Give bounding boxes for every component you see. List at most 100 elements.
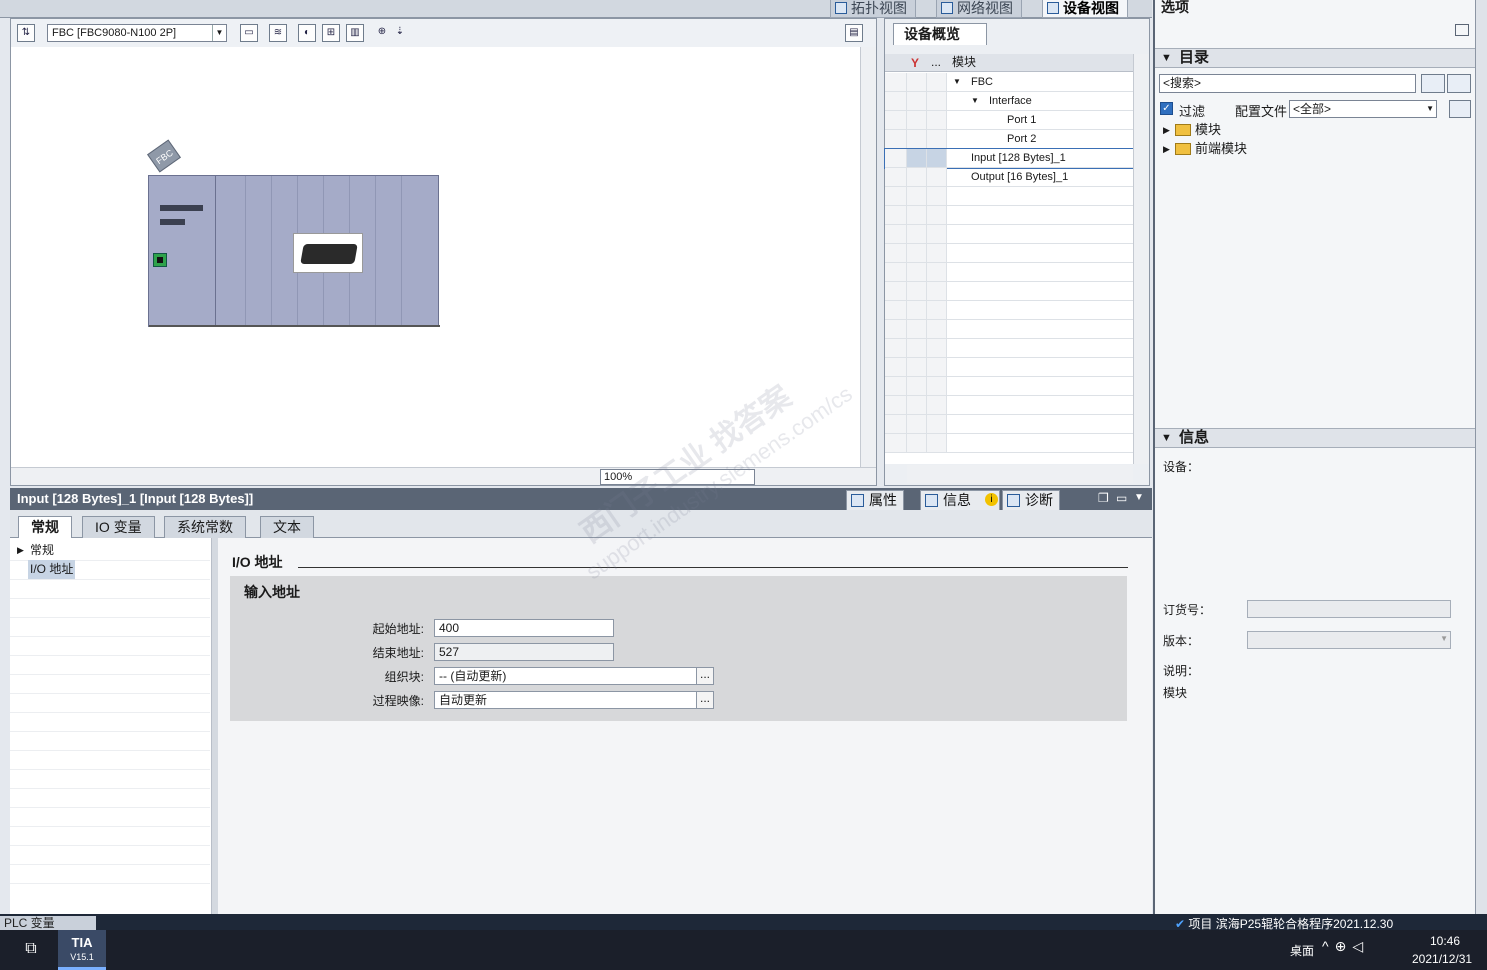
chevron-down-icon[interactable]: ▼	[1161, 429, 1172, 447]
catalog-tree-item[interactable]: ▶ 前端模块	[1163, 140, 1247, 158]
chevron-down-icon[interactable]: ▼	[212, 25, 226, 41]
catalog-section-header[interactable]: ▼ 目录	[1155, 48, 1475, 68]
table-row[interactable]	[885, 187, 1133, 206]
table-row[interactable]: ▼ FBC	[885, 73, 1133, 92]
filter-checkbox[interactable]: ✓	[1160, 102, 1173, 115]
table-row[interactable]	[885, 377, 1133, 396]
assign-name-icon[interactable]: ≋	[269, 24, 287, 42]
table-row[interactable]	[885, 282, 1133, 301]
table-row[interactable]	[885, 415, 1133, 434]
nav-item-general[interactable]: ▶ 常规	[10, 541, 210, 561]
sort-icon[interactable]: Y	[911, 55, 919, 72]
panel-layout-icon[interactable]	[1455, 24, 1469, 36]
start-address-field[interactable]: 400	[434, 619, 614, 637]
device-rack[interactable]	[148, 175, 440, 327]
search-up-icon[interactable]	[1447, 74, 1471, 93]
expand-icon[interactable]: ▶	[1163, 121, 1170, 139]
table-row[interactable]	[885, 396, 1133, 415]
nav-item-io-address[interactable]: I/O 地址	[10, 560, 210, 580]
tab-device-view[interactable]: 设备视图	[1042, 0, 1128, 18]
browse-button[interactable]: ...	[696, 691, 714, 709]
tab-topology-view[interactable]: 拓扑视图	[830, 0, 916, 18]
catalog-search-input[interactable]: <搜索>	[1159, 74, 1416, 93]
chevron-down-icon[interactable]: ▼	[1134, 492, 1144, 503]
editor-horizontal-scrollbar[interactable]: 100%	[11, 467, 876, 485]
overview-vertical-scrollbar[interactable]	[1133, 54, 1149, 464]
inspector-nav: ▶ 常规 I/O 地址	[10, 538, 212, 914]
task-view-icon[interactable]: ⧉	[18, 940, 44, 960]
table-row[interactable]	[885, 358, 1133, 377]
system-tray[interactable]: ^⊕◁	[1322, 938, 1369, 955]
table-row-selected[interactable]: Input [128 Bytes]_1	[884, 148, 1134, 169]
subtab-general[interactable]: 常规	[18, 516, 72, 538]
version-select[interactable]: ▼	[1247, 631, 1451, 649]
browse-button[interactable]: ...	[696, 667, 714, 685]
table-row[interactable]: Port 2	[885, 130, 1133, 149]
table-row[interactable]	[885, 206, 1133, 225]
expand-icon[interactable]: ▶	[1163, 140, 1170, 158]
editor-vertical-scrollbar[interactable]	[860, 47, 876, 467]
clock-time[interactable]: 10:46	[1430, 934, 1460, 948]
tia-portal-app-button[interactable]: TIA V15.1	[58, 930, 106, 970]
table-row[interactable]	[885, 320, 1133, 339]
subtab-texts[interactable]: 文本	[260, 516, 314, 538]
overview-horizontal-scrollbar[interactable]	[907, 465, 1133, 483]
device-select[interactable]: FBC [FBC9080-N100 2P] ▼	[47, 24, 227, 42]
volume-icon[interactable]: ◁	[1352, 938, 1369, 954]
plc-tags-tab[interactable]: PLC 变量	[0, 916, 96, 930]
expand-icon[interactable]: ▶	[17, 541, 24, 560]
device-properties-icon[interactable]: ▭	[240, 24, 258, 42]
subsection-title: 输入地址	[244, 584, 300, 600]
column-more[interactable]: ...	[931, 54, 941, 71]
subtab-system-constants[interactable]: 系统常数	[164, 516, 246, 538]
network-connect-icon[interactable]: ⇅	[17, 24, 35, 42]
expand-icon[interactable]: ▼	[953, 73, 961, 91]
table-row[interactable]: Port 1	[885, 111, 1133, 130]
desktop-toolbar[interactable]: 桌面	[1290, 942, 1314, 959]
table-row[interactable]	[885, 244, 1133, 263]
table-row[interactable]	[885, 225, 1133, 244]
process-image-field[interactable]: 自动更新 ...	[434, 691, 714, 709]
editor-canvas[interactable]: FBC	[11, 47, 861, 467]
zoom-icon[interactable]: ⊕	[373, 24, 391, 42]
tab-device-overview[interactable]: 设备概览	[893, 23, 987, 45]
table-row[interactable]: ▼ Interface	[885, 92, 1133, 111]
catalog-settings-icon[interactable]	[1449, 100, 1471, 118]
profile-select[interactable]: <全部> ▼	[1289, 100, 1437, 118]
search-down-icon[interactable]	[1421, 74, 1445, 93]
info-section-header[interactable]: ▼ 信息	[1155, 428, 1475, 448]
expand-icon[interactable]: ▼	[971, 92, 979, 110]
window-minimize-icon[interactable]: ▭	[1116, 491, 1127, 505]
table-row[interactable]	[885, 263, 1133, 282]
clock-date[interactable]: 2021/12/31	[1412, 952, 1472, 966]
chevron-down-icon[interactable]: ▼	[1440, 634, 1448, 643]
tab-diagnostics[interactable]: 诊断	[1002, 490, 1060, 510]
subtab-label: 常规	[31, 519, 59, 535]
zoom-select[interactable]: 100%	[600, 469, 755, 485]
chevron-down-icon[interactable]: ▼	[1161, 49, 1172, 67]
nav-row-empty	[10, 636, 210, 656]
page-break-icon[interactable]: ▥	[346, 24, 364, 42]
table-row[interactable]	[885, 301, 1133, 320]
show-module-labels-icon[interactable]: ◐	[298, 24, 316, 42]
overview-toggle-icon[interactable]: ▤	[845, 24, 863, 42]
tab-properties[interactable]: 属性	[846, 490, 904, 510]
zoom-dropdown-icon[interactable]: ⇣	[391, 24, 409, 42]
table-row[interactable]	[885, 339, 1133, 358]
window-restore-icon[interactable]: ❐	[1098, 491, 1109, 505]
tab-network-view[interactable]: 网络视图	[936, 0, 1022, 18]
grid-icon[interactable]: ⊞	[322, 24, 340, 42]
chevron-up-icon[interactable]: ^	[1322, 938, 1335, 954]
table-row[interactable]	[885, 434, 1133, 453]
catalog-tree-item[interactable]: ▶ 模块	[1163, 121, 1221, 139]
organization-block-field[interactable]: -- (自动更新) ...	[434, 667, 714, 685]
network-icon[interactable]: ⊕	[1335, 938, 1353, 954]
table-row[interactable]: Output [16 Bytes]_1	[885, 168, 1133, 187]
subtab-label: 文本	[273, 519, 301, 535]
head-module[interactable]	[149, 176, 216, 326]
subtab-io-tags[interactable]: IO 变量	[82, 516, 155, 538]
task-card-tabs-strip[interactable]	[1475, 0, 1487, 914]
chevron-down-icon[interactable]: ▼	[1426, 101, 1434, 117]
column-module[interactable]: 模块	[952, 54, 976, 71]
tab-info[interactable]: 信息 i	[920, 490, 1000, 510]
